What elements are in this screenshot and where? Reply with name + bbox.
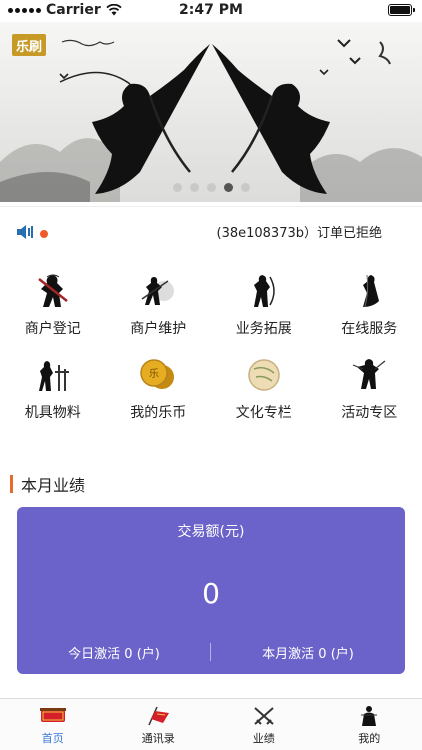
- grid-item-label: 商户维护: [130, 321, 187, 337]
- tab-home[interactable]: 首页: [0, 699, 106, 750]
- grid-item-merchant-register[interactable]: 商户登记: [0, 270, 106, 342]
- carousel-indicator: [0, 183, 422, 192]
- weapons-icon: [32, 354, 74, 396]
- month-activations: 本月激活 0 (户): [262, 647, 354, 662]
- grid-item-label: 我的乐币: [130, 405, 187, 421]
- warrior-icon: [32, 270, 74, 312]
- section-title-text: 本月业绩: [21, 476, 86, 495]
- grid-item-culture[interactable]: 文化专栏: [211, 354, 317, 426]
- swordsman-icon: [137, 270, 179, 312]
- section-accent-bar: [10, 475, 13, 493]
- grid-item-label: 业务拓展: [235, 321, 292, 337]
- notice-bar[interactable]: (38e108373b）订单已拒绝: [0, 206, 422, 256]
- today-activations: 今日激活 0 (户): [68, 647, 160, 662]
- unread-dot: [40, 230, 48, 238]
- brand-logo-text: 乐刷: [12, 34, 46, 56]
- brand-logo: 乐刷: [12, 34, 46, 56]
- grid-item-label: 机具物料: [24, 405, 81, 421]
- tab-bar: 首页 通讯录 业绩 我的: [0, 698, 422, 750]
- carousel-dot-active[interactable]: [223, 183, 233, 192]
- tab-contacts[interactable]: 通讯录: [106, 699, 212, 750]
- tab-mine[interactable]: 我的: [317, 699, 422, 750]
- grid-item-label: 商户登记: [24, 321, 81, 337]
- tab-label: 通讯录: [141, 732, 175, 745]
- card-divider: [210, 643, 211, 661]
- transaction-amount: 0: [202, 577, 220, 610]
- crossed-swords-icon: [251, 705, 277, 727]
- archer-icon: [243, 270, 285, 312]
- ink-warriors-illustration: [0, 22, 422, 202]
- notice-text: (38e108373b）订单已拒绝: [216, 226, 383, 241]
- grid-item-label: 活动专区: [341, 405, 398, 421]
- svg-text:乐: 乐: [149, 368, 159, 380]
- status-time: 2:47 PM: [179, 2, 243, 18]
- flag-icon: [145, 705, 171, 727]
- card-title: 交易额(元): [177, 524, 245, 540]
- banner-carousel[interactable]: 乐刷: [0, 22, 422, 202]
- tab-performance[interactable]: 业绩: [211, 699, 317, 750]
- carousel-dot[interactable]: [240, 183, 250, 192]
- grid-item-activity[interactable]: 活动专区: [317, 354, 422, 426]
- coins-icon: 乐: [137, 354, 179, 396]
- tab-label: 首页: [41, 732, 64, 745]
- carousel-dot[interactable]: [172, 183, 182, 192]
- carousel-dot[interactable]: [206, 183, 216, 192]
- dancer-icon: [348, 354, 390, 396]
- grid-item-label: 在线服务: [341, 321, 398, 337]
- grid-item-merchant-maintain[interactable]: 商户维护: [106, 270, 212, 342]
- carousel-dot[interactable]: [189, 183, 199, 192]
- robed-figure-icon: [348, 270, 390, 312]
- status-bar: Carrier 2:47 PM: [0, 0, 422, 22]
- person-icon: [356, 705, 382, 727]
- grid-item-my-coins[interactable]: 乐 我的乐币: [106, 354, 212, 426]
- speaker-icon: [17, 225, 33, 239]
- section-title: 本月业绩: [10, 472, 85, 496]
- home-badge-icon: [39, 705, 66, 727]
- grid-item-label: 文化专栏: [235, 405, 292, 421]
- battery-icon: [388, 4, 415, 16]
- grid-item-online-service[interactable]: 在线服务: [317, 270, 422, 342]
- scroll-icon: [243, 354, 285, 396]
- feature-grid: 商户登记 商户维护 业务拓展 在线服务 机具物料 乐 我的乐币 文化专栏 活动专…: [0, 270, 422, 426]
- tab-label: 我的: [358, 732, 381, 745]
- grid-item-equipment[interactable]: 机具物料: [0, 354, 106, 426]
- tab-label: 业绩: [252, 732, 275, 745]
- grid-item-business-expand[interactable]: 业务拓展: [211, 270, 317, 342]
- performance-card[interactable]: 交易额(元) 0 今日激活 0 (户) 本月激活 0 (户): [17, 507, 405, 674]
